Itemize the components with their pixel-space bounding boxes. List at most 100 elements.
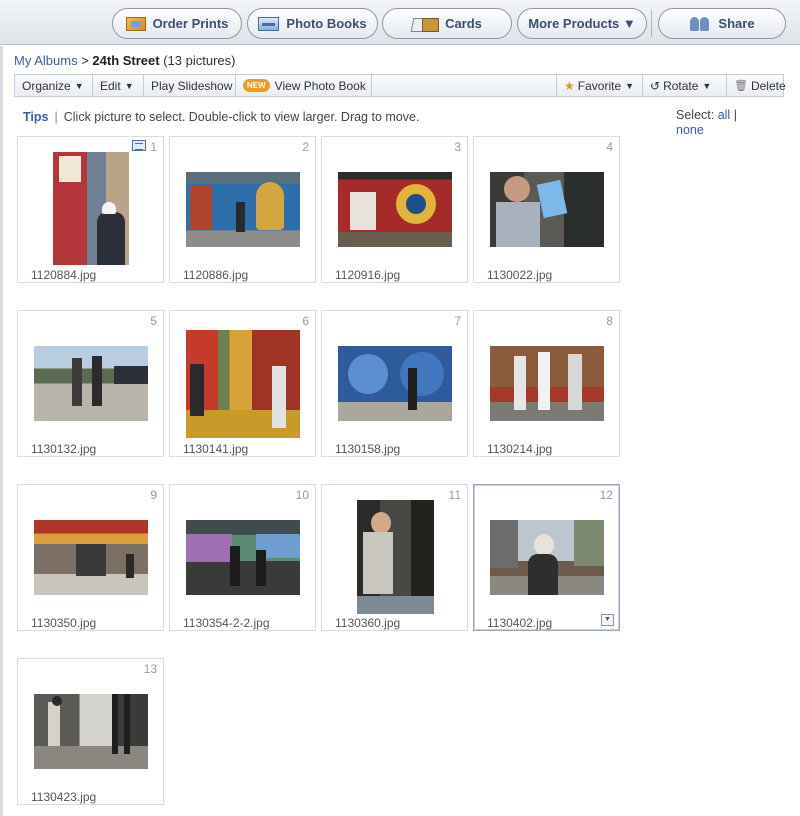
photo-tile[interactable]: 4 1130022.jpg: [473, 136, 620, 283]
select-label: Select:: [676, 108, 715, 122]
photo-number: 7: [454, 314, 461, 328]
photo-tile[interactable]: 5 1130132.jpg: [17, 310, 164, 457]
tips-divider: |: [54, 110, 58, 124]
favorite-label: Favorite: [577, 78, 622, 93]
album-title: 24th Street: [92, 53, 160, 68]
chevron-down-icon: ▼: [124, 80, 134, 91]
photo-filename: 1130423.jpg: [31, 790, 97, 804]
cards-icon: [412, 17, 440, 32]
photo-filename: 1130214.jpg: [487, 442, 553, 456]
photo-book-icon: [258, 16, 280, 31]
photo-tile[interactable]: 1 1120884.jpg: [17, 136, 164, 283]
photo-filename: 1130132.jpg: [31, 442, 97, 456]
rotate-icon: ↺: [650, 78, 661, 93]
photo-tile[interactable]: 11 1130360.jpg: [321, 484, 468, 631]
select-none-link[interactable]: none: [676, 123, 704, 137]
photo-tile[interactable]: 3 1120916.jpg: [321, 136, 468, 283]
more-products-button[interactable]: More Products ▼: [517, 8, 647, 39]
rotate-label: Rotate: [663, 78, 699, 93]
photo-filename: 1130158.jpg: [335, 442, 401, 456]
star-icon: ★: [564, 78, 575, 93]
rotate-menu[interactable]: ↺ Rotate ▼: [642, 75, 726, 96]
photo-filename: 1120884.jpg: [31, 268, 97, 282]
photo-tile[interactable]: 9 1130350.jpg: [17, 484, 164, 631]
delete-button[interactable]: 🗑 Delete: [726, 75, 786, 96]
photo-thumbnail: [53, 152, 129, 265]
order-prints-button[interactable]: Order Prints: [112, 8, 242, 39]
product-bar: Order Prints Photo Books Cards More Prod…: [0, 0, 800, 45]
tips-text: Click picture to select. Double-click to…: [63, 110, 420, 124]
photo-thumbnail: [34, 694, 148, 769]
photo-books-label: Photo Books: [286, 16, 367, 31]
photo-number: 2: [302, 140, 309, 154]
photo-tile[interactable]: 8 1130214.jpg: [473, 310, 620, 457]
breadcrumb-separator: >: [77, 53, 93, 68]
photo-filename: 1130350.jpg: [31, 616, 97, 630]
edit-label: Edit: [100, 78, 121, 93]
photo-number: 11: [448, 488, 461, 502]
photo-thumbnail: [186, 520, 300, 595]
select-controls: Select: all | none: [676, 108, 766, 138]
photo-tile[interactable]: 6 1130141.jpg: [169, 310, 316, 457]
cards-button[interactable]: Cards: [382, 8, 512, 39]
photo-number: 4: [606, 140, 613, 154]
photo-number: 12: [599, 488, 613, 502]
album-toolbar: Organize ▼ Edit ▼ Play Slideshow NEW View P…: [14, 74, 786, 97]
photo-books-button[interactable]: Photo Books: [247, 8, 378, 39]
photo-thumbnail: [186, 172, 300, 247]
order-prints-label: Order Prints: [152, 16, 229, 31]
photo-filename: 1130360.jpg: [335, 616, 401, 630]
photo-thumbnail: [490, 346, 604, 421]
play-slideshow-button[interactable]: Play Slideshow: [144, 75, 236, 96]
photo-thumbnail: [338, 346, 452, 421]
toolbar-divider: [651, 10, 652, 37]
cards-label: Cards: [445, 16, 482, 31]
view-photo-book-button[interactable]: NEW View Photo Book: [236, 75, 372, 96]
play-slideshow-label: Play Slideshow: [151, 78, 233, 93]
photo-thumbnail: [186, 330, 300, 438]
chevron-down-icon: ▼: [74, 80, 84, 91]
share-label: Share: [718, 16, 755, 31]
select-all-link[interactable]: all: [718, 108, 731, 122]
photo-tile[interactable]: 13 1130423.jpg: [17, 658, 164, 805]
share-button[interactable]: Share: [658, 8, 786, 39]
photo-number: 10: [295, 488, 309, 502]
photo-tile[interactable]: 2 1120886.jpg: [169, 136, 316, 283]
breadcrumb: My Albums > 24th Street (13 pictures): [14, 53, 235, 68]
photo-thumbnail: [34, 520, 148, 595]
photo-number: 1: [150, 140, 157, 154]
photo-filename: 1130402.jpg: [487, 616, 553, 630]
photo-thumbnail: [338, 172, 452, 247]
photo-tile[interactable]: 10 1130354-2-2.jpg: [169, 484, 316, 631]
photo-thumbnail: [490, 520, 604, 595]
photo-tile[interactable]: 7 1130158.jpg: [321, 310, 468, 457]
photo-filename: 1130141.jpg: [183, 442, 249, 456]
photo-filename: 1130022.jpg: [487, 268, 553, 282]
photo-number: 3: [454, 140, 461, 154]
photo-filename: 1120916.jpg: [335, 268, 401, 282]
select-divider: |: [733, 108, 737, 122]
delete-label: Delete: [750, 78, 786, 93]
prints-icon: [125, 16, 146, 31]
tips-bar: Tips | Click picture to select. Double-cli…: [23, 110, 419, 124]
view-photo-book-label: View Photo Book: [274, 78, 366, 93]
chevron-down-icon: ▼: [625, 80, 635, 91]
tips-link[interactable]: Tips: [23, 110, 48, 124]
photo-thumbnail: [34, 346, 148, 421]
photo-filename: 1130354-2-2.jpg: [183, 616, 270, 630]
picture-count: (13 pictures): [159, 53, 236, 68]
trash-icon: 🗑: [734, 80, 748, 92]
photo-number: 5: [150, 314, 157, 328]
new-badge: NEW: [243, 79, 270, 92]
photo-filename: 1120886.jpg: [183, 268, 249, 282]
organize-menu[interactable]: Organize ▼: [15, 75, 93, 96]
photo-number: 6: [302, 314, 309, 328]
breadcrumb-my-albums-link[interactable]: My Albums: [14, 53, 78, 68]
chevron-down-icon: ▼: [702, 80, 712, 91]
photo-tile[interactable]: 12 1130402.jpg ▼: [473, 484, 620, 631]
photo-options-dropdown-icon[interactable]: ▼: [601, 614, 614, 626]
share-icon: [689, 16, 711, 31]
edit-menu[interactable]: Edit ▼: [93, 75, 144, 96]
photo-thumbnail: [490, 172, 604, 247]
favorite-menu[interactable]: ★ Favorite ▼: [556, 75, 642, 96]
